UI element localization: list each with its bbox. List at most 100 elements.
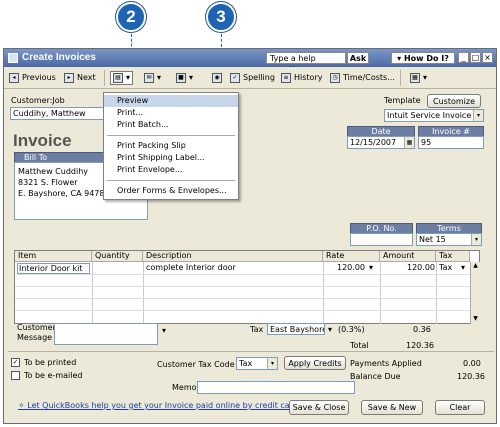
previous-button[interactable]: ◂ Previous [9,71,56,85]
customer-tax-code-select[interactable]: Tax ▾ [236,357,278,370]
callout-step-3: 3 [206,2,236,32]
po-number-field[interactable] [350,233,413,246]
total-label: Total [350,341,369,350]
apply-credits-button[interactable]: Apply Credits [284,356,346,370]
payments-applied-value: 0.00 [463,359,481,368]
spelling-icon: ✓ [230,73,240,83]
memo-label: Memo [172,383,197,392]
rate-dropdown[interactable]: ▾ [369,263,373,273]
online-payment-link[interactable]: ✧ Let QuickBooks help you get your Invoi… [18,401,300,410]
tax-cell[interactable]: Tax [439,263,452,273]
menu-item-print-batch[interactable]: Print Batch... [104,119,238,131]
print-button[interactable]: ▤ ▾ [110,71,134,85]
customer-message-dropdown[interactable]: ▾ [162,326,166,335]
find-button[interactable]: ◉ [212,71,222,85]
payments-applied-label: Payments Applied [350,359,422,368]
column-divider [143,262,144,324]
customer-message-field[interactable] [54,323,158,345]
maximize-button[interactable]: □ [470,52,481,63]
toolbar: ◂ Previous ▸ Next ▤ ▾ ✉ ▾ ■ ▾ ◉ ✓ Spelling ≡ Hi… [4,67,496,89]
date-field[interactable]: 12/15/2007 ▦ [347,136,415,149]
menu-item-print-envelope[interactable]: Print Envelope... [104,164,238,176]
clock-icon: ◷ [330,73,340,83]
tax-dropdown[interactable]: ▾ [461,263,465,273]
balance-due-value: 120.36 [457,372,485,381]
chevron-down-icon[interactable]: ▾ [473,110,483,121]
spelling-button[interactable]: ✓ Spelling [230,71,275,85]
help-question-input[interactable]: Type a help question [266,52,346,74]
column-header-item: Item [15,251,92,262]
next-icon: ▸ [64,73,74,83]
clear-button[interactable]: Clear [435,400,485,415]
ship-icon: ■ [176,73,186,83]
description-cell[interactable]: complete Interior door [146,263,236,273]
customer-tax-code-label: Customer Tax Code [157,360,235,369]
print-menu: Preview Print... Print Batch... Print Pa… [103,92,239,200]
how-do-i-button[interactable]: ▾ How Do I? [391,52,455,64]
minimize-button[interactable]: _ [458,52,469,63]
column-header-tax: Tax [436,251,470,262]
invoice-title: Invoice [13,131,72,150]
history-button[interactable]: ≡ History [281,71,322,85]
amount-cell[interactable]: 120.00 [407,263,435,273]
ask-button[interactable]: Ask [347,52,369,64]
menu-item-print[interactable]: Print... [104,107,238,119]
send-button[interactable]: ✉ ▾ [144,71,161,85]
column-divider [323,262,324,324]
callout-step-2: 2 [116,2,146,32]
row-divider [15,310,470,311]
tax-item-dropdown[interactable]: ▾ [328,325,332,334]
terms-select[interactable]: Net 15 ▾ [416,233,482,246]
chevron-down-icon: ▾ [189,73,194,82]
item-cell[interactable]: Interior Door kit [17,263,90,274]
column-divider [436,262,437,324]
create-invoices-window: Create Invoices Type a help question Ask… [3,48,497,424]
window-icon [8,53,18,63]
tax-item-select[interactable]: East Bayshore [267,323,325,335]
to-be-printed-checkbox[interactable]: ✓ [11,358,20,367]
save-close-button[interactable]: Save & Close [289,400,349,415]
menu-item-print-shipping-label[interactable]: Print Shipping Label... [104,152,238,164]
menu-item-preview[interactable]: Preview [104,95,238,107]
column-divider [92,262,93,324]
menu-separator [107,180,235,181]
email-icon: ✉ [144,73,154,83]
rate-cell[interactable]: 120.00 [337,263,365,273]
chevron-down-icon[interactable]: ▾ [267,358,277,369]
scrollbar[interactable]: ▲ ▼ [470,262,480,324]
layout-icon: ▦ [410,73,420,83]
row-divider [15,274,470,275]
row-divider [15,286,470,287]
menu-item-print-packing-slip[interactable]: Print Packing Slip [104,140,238,152]
menu-item-order-forms[interactable]: Order Forms & Envelopes... [104,185,238,197]
tax-amount: 0.36 [413,325,431,334]
scroll-up-icon[interactable]: ▲ [471,262,480,271]
column-header-description: Description [143,251,323,262]
save-new-button[interactable]: Save & New [361,400,423,415]
toolbar-separator [104,70,105,86]
customize-button[interactable]: Customize [427,94,481,108]
calendar-icon[interactable]: ▦ [404,137,414,148]
column-divider [380,262,381,324]
history-icon: ≡ [281,73,291,83]
close-button[interactable]: × [482,52,493,63]
time-costs-button[interactable]: ◷ Time/Costs... [330,71,395,85]
column-header-rate: Rate [323,251,380,262]
layout-button[interactable]: ▦ ▾ [410,71,427,85]
next-button[interactable]: ▸ Next [64,71,96,85]
invoice-number-field[interactable]: 95 [418,136,484,149]
template-label: Template [384,96,421,105]
total-value: 120.36 [406,341,434,350]
chevron-down-icon: ▾ [157,73,162,82]
chevron-down-icon[interactable]: ▾ [471,234,481,245]
to-be-printed-label: To be printed [24,358,77,367]
memo-field[interactable] [197,381,355,394]
ship-button[interactable]: ■ ▾ [176,71,193,85]
title-bar: Create Invoices Type a help question Ask… [4,49,496,74]
scroll-down-icon[interactable]: ▼ [471,315,480,324]
template-select[interactable]: Intuit Service Invoice ▾ [384,109,484,122]
chevron-down-icon: ▾ [126,73,131,82]
to-be-emailed-checkbox[interactable] [11,371,20,380]
customer-job-field[interactable]: Cuddihy, Matthew [10,107,106,120]
row-divider [15,298,470,299]
